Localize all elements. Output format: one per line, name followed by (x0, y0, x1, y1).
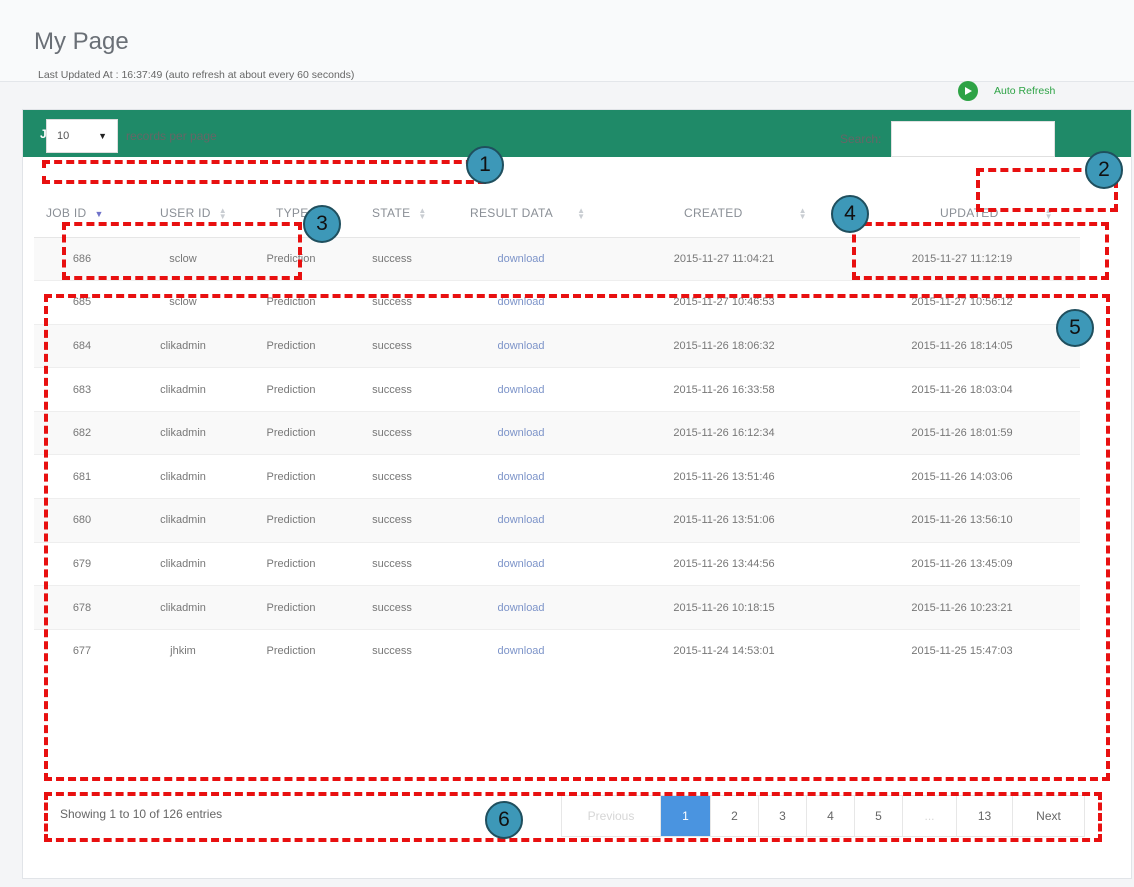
annotation-box-1 (42, 160, 486, 184)
column-header-state[interactable]: STATE ▲ ▼ (346, 190, 438, 238)
search-box: Search: (840, 121, 1056, 157)
annotation-badge-6: 6 (485, 801, 523, 839)
sort-icon: ▲▼ (798, 206, 807, 222)
download-link[interactable]: download (497, 253, 544, 265)
annotation-box-6 (44, 792, 1102, 842)
auto-refresh-button[interactable]: Auto Refresh (958, 81, 1055, 101)
annotation-badge-3: 3 (303, 205, 341, 243)
annotation-box-3 (62, 222, 302, 280)
annotation-box-4 (852, 222, 1109, 280)
records-per-page-label: records per page (126, 129, 217, 143)
annotation-badge-1: 1 (466, 146, 504, 184)
sort-icon: ▲▼ (418, 206, 427, 222)
records-per-page: 10 ▼ records per page (46, 119, 217, 153)
cell-created: 2015-11-27 11:04:21 (604, 236, 844, 281)
annotation-badge-4: 4 (831, 195, 869, 233)
records-per-page-value: 10 (57, 130, 70, 142)
search-input[interactable] (891, 121, 1056, 157)
sort-icon: ▲▼ (218, 206, 227, 222)
sort-icon: ▲▼ (577, 206, 586, 222)
search-label: Search: (840, 132, 882, 146)
annotation-badge-2: 2 (1085, 151, 1123, 189)
column-header-result-data[interactable]: RESULT DATA ▲ ▼ (438, 190, 604, 238)
records-per-page-select[interactable]: 10 ▼ (46, 119, 118, 153)
page-title: My Page (34, 28, 129, 55)
cell-state: success (346, 236, 438, 281)
annotation-box-5 (44, 294, 1110, 781)
last-updated-text: Last Updated At : 16:37:49 (auto refresh… (38, 69, 355, 81)
auto-refresh-label: Auto Refresh (994, 85, 1056, 97)
column-header-created[interactable]: CREATED ▲ ▼ (604, 190, 844, 238)
caret-down-icon: ▼ (98, 131, 107, 141)
annotation-badge-5: 5 (1056, 309, 1094, 347)
play-circle-icon (958, 81, 978, 101)
sort-desc-icon: ▼ (94, 209, 104, 220)
